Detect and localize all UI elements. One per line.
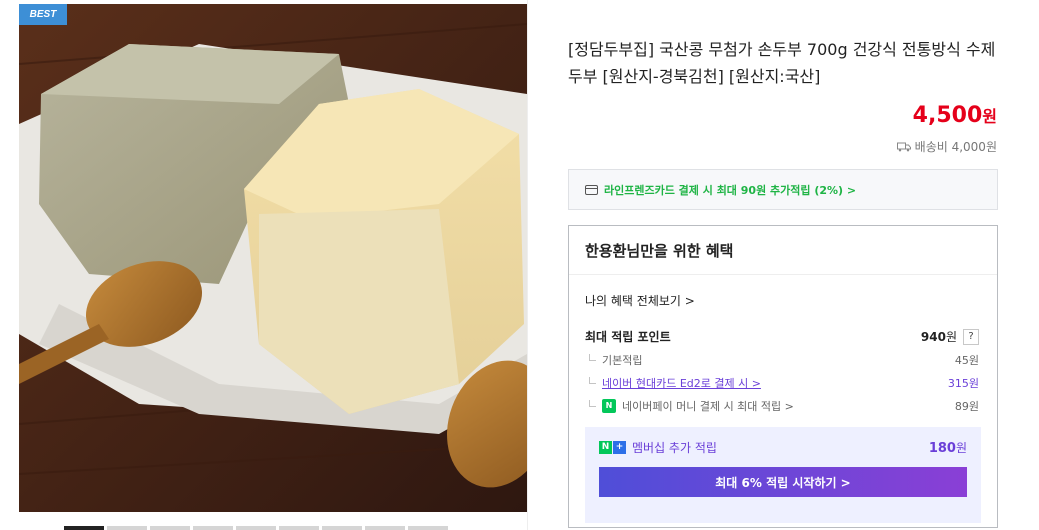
naver-pay-icon: N <box>602 399 616 413</box>
thumbnail[interactable] <box>279 526 319 530</box>
product-image[interactable]: BEST <box>19 4 527 512</box>
start-points-button[interactable]: 최대 6% 적립 시작하기 > <box>599 467 967 497</box>
card-promo-banner[interactable]: 라인프렌즈카드 결제 시 최대 90원 추가적립 (2%) > <box>568 169 998 210</box>
thumbnail[interactable] <box>408 526 448 530</box>
max-points-unit: 원 <box>945 330 957 344</box>
membership-value: 180원 <box>929 439 967 456</box>
thumbnail[interactable] <box>64 526 104 530</box>
points-row-label: 기본적립 <box>602 354 643 367</box>
price: 4,500원 <box>913 103 997 128</box>
product-title: [정담두부집] 국산콩 무첨가 손두부 700g 건강식 전통방식 수제두부 [… <box>568 40 996 86</box>
points-row-value: 315원 <box>947 377 979 390</box>
price-unit: 원 <box>982 107 997 126</box>
credit-card-icon <box>585 184 598 195</box>
price-value: 4,500 <box>912 103 983 128</box>
membership-row: N + 멤버십 추가 적립 180원 <box>599 439 967 456</box>
tree-elbow-icon <box>589 376 596 384</box>
thumbnail[interactable] <box>150 526 190 530</box>
thumbnail[interactable] <box>322 526 362 530</box>
hyundai-card-link[interactable]: 네이버 현대카드 Ed2로 결제 시 > <box>602 375 761 391</box>
tree-elbow-icon <box>589 399 596 407</box>
thumbnail[interactable] <box>193 526 233 530</box>
help-icon[interactable]: ? <box>963 328 979 345</box>
npay-money-link[interactable]: 네이버페이 머니 결제 시 최대 적립 > <box>622 398 794 414</box>
panel-divider <box>527 0 528 530</box>
tofu-photo <box>19 4 527 512</box>
max-points-value: 940원 ? <box>921 328 979 345</box>
view-all-benefits-link[interactable]: 나의 혜택 전체보기 > <box>585 292 695 309</box>
best-badge: BEST <box>19 4 67 25</box>
thumbnail[interactable] <box>107 526 147 530</box>
naver-plus-icon: N + <box>599 441 626 454</box>
points-row-hyundai-card: 네이버 현대카드 Ed2로 결제 시 > 315원 <box>589 375 979 391</box>
shipping-fee: 배송비 4,000원 <box>896 138 997 155</box>
shipping-text: 배송비 4,000원 <box>914 140 997 154</box>
max-points-label: 최대 적립 포인트 <box>585 330 671 344</box>
max-points-row: 최대 적립 포인트 940원 ? <box>585 328 979 345</box>
membership-unit: 원 <box>955 441 967 455</box>
points-row-npay: N 네이버페이 머니 결제 시 최대 적립 > 89원 <box>589 398 979 414</box>
points-row-value: 45원 <box>954 354 979 367</box>
benefit-box: 한용환님만을 위한 혜택 나의 혜택 전체보기 > 최대 적립 포인트 940원… <box>568 225 998 528</box>
benefit-heading: 한용환님만을 위한 혜택 <box>569 226 997 275</box>
points-row-basic: 기본적립 45원 <box>589 352 979 368</box>
truck-icon <box>896 142 911 151</box>
membership-panel: N + 멤버십 추가 적립 180원 최대 6% 적립 시작하기 > <box>585 427 981 523</box>
thumbnail[interactable] <box>365 526 405 530</box>
membership-number: 180 <box>928 441 956 456</box>
thumbnail[interactable] <box>236 526 276 530</box>
max-points-number: 940 <box>920 330 946 344</box>
thumbnail-strip <box>64 526 484 530</box>
tree-elbow-icon <box>589 353 596 361</box>
card-promo-text: 라인프렌즈카드 결제 시 최대 90원 추가적립 (2%) > <box>604 183 857 197</box>
points-row-value: 89원 <box>954 400 979 413</box>
membership-label: 멤버십 추가 적립 <box>632 441 717 455</box>
